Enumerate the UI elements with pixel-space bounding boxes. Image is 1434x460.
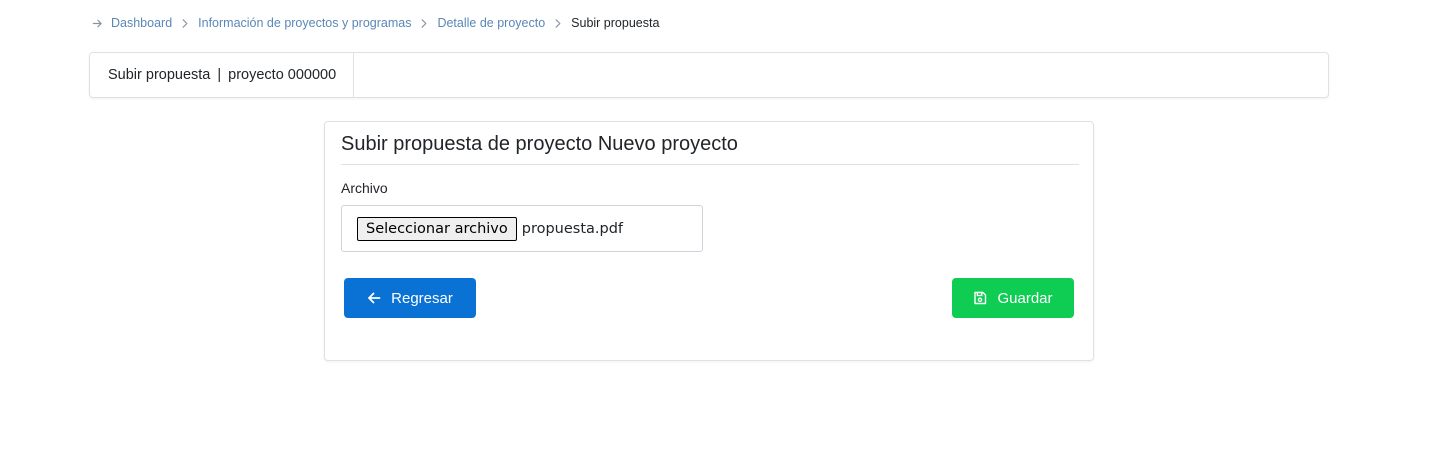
chevron-right-icon bbox=[181, 18, 189, 29]
file-label: Archivo bbox=[341, 180, 388, 196]
arrow-right-icon bbox=[92, 18, 103, 29]
form-title: Subir propuesta de proyecto Nuevo proyec… bbox=[341, 133, 1079, 165]
page-title-text: Subir propuesta bbox=[108, 67, 211, 83]
chevron-right-icon bbox=[420, 18, 428, 29]
upload-form-card: Subir propuesta de proyecto Nuevo proyec… bbox=[324, 121, 1094, 361]
selected-file-name: propuesta.pdf bbox=[521, 220, 624, 237]
floppy-disk-icon bbox=[973, 291, 987, 305]
back-button[interactable]: Regresar bbox=[344, 278, 476, 318]
file-input[interactable]: Seleccionar archivo propuesta.pdf bbox=[341, 205, 703, 252]
arrow-left-icon bbox=[367, 291, 381, 305]
breadcrumb-current: Subir propuesta bbox=[571, 16, 660, 30]
page-title: Subir propuesta | proyecto 000000 bbox=[90, 53, 355, 97]
breadcrumb: Dashboard Información de proyectos y pro… bbox=[92, 14, 659, 32]
select-file-button[interactable]: Seleccionar archivo bbox=[357, 216, 517, 241]
breadcrumb-link-dashboard[interactable]: Dashboard bbox=[111, 16, 172, 30]
breadcrumb-link-detalle[interactable]: Detalle de proyecto bbox=[437, 16, 545, 30]
back-button-label: Regresar bbox=[391, 289, 453, 307]
breadcrumb-link-proyectos[interactable]: Información de proyectos y programas bbox=[198, 16, 411, 30]
save-button-label: Guardar bbox=[997, 289, 1053, 307]
save-button[interactable]: Guardar bbox=[952, 278, 1074, 318]
chevron-right-icon bbox=[554, 18, 562, 29]
title-separator: | bbox=[217, 67, 222, 83]
page-header-card: Subir propuesta | proyecto 000000 bbox=[89, 52, 1329, 98]
project-code: proyecto 000000 bbox=[228, 67, 337, 83]
